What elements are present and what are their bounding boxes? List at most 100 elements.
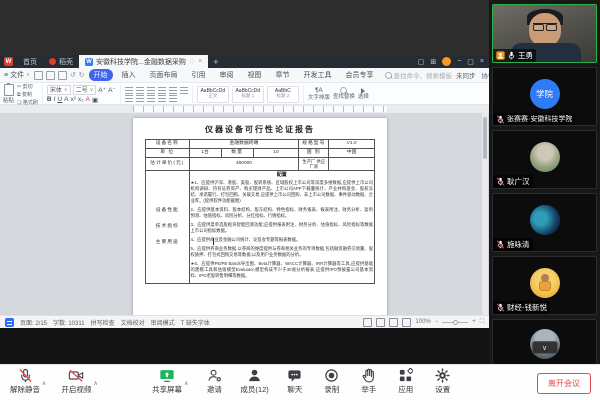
show-marks-icon[interactable] bbox=[180, 87, 188, 94]
close-button[interactable]: × bbox=[480, 58, 484, 65]
zoom-slider-knob[interactable] bbox=[453, 320, 458, 325]
save-icon[interactable] bbox=[34, 71, 43, 80]
zoom-in-icon[interactable]: + bbox=[472, 319, 476, 325]
strikethrough-icon[interactable]: A bbox=[64, 96, 68, 103]
start-video-button[interactable]: 开启视频 bbox=[61, 368, 91, 395]
redo-icon[interactable]: ↻ bbox=[79, 71, 85, 79]
share-options-chevron[interactable]: ∧ bbox=[184, 380, 188, 387]
font-size-select[interactable]: 二号∨ bbox=[73, 85, 97, 95]
undo-icon[interactable]: ↺ bbox=[70, 71, 76, 79]
command-search[interactable]: 查找命令、搜索模板 bbox=[385, 70, 453, 80]
menu-tab-start[interactable]: 开始 bbox=[89, 69, 113, 81]
web-view-icon[interactable] bbox=[402, 318, 411, 327]
review-mode[interactable]: 审阅模式 bbox=[151, 318, 175, 327]
participant-tile-shiyongqing[interactable]: 施咏清 bbox=[492, 193, 597, 252]
camera-options-chevron[interactable]: ∧ bbox=[93, 380, 97, 387]
new-tab-button[interactable]: + bbox=[208, 57, 223, 67]
underline-icon[interactable]: U bbox=[57, 96, 62, 103]
clear-format-icon[interactable] bbox=[169, 87, 177, 94]
highlight-icon[interactable]: ▣ bbox=[92, 96, 98, 104]
text-layout-button[interactable]: ¶A文字排版 bbox=[308, 87, 330, 101]
menu-tab-vip[interactable]: 会员专享 bbox=[341, 69, 379, 81]
align-left-icon[interactable] bbox=[125, 95, 133, 102]
font-name-select[interactable]: 宋体∨ bbox=[47, 85, 71, 95]
document-canvas[interactable]: 仪器设备可行性论证报告 设备名称 金融数据终端 规格型号 V1.0 单 位 1台 bbox=[0, 113, 489, 315]
print-icon[interactable] bbox=[46, 71, 55, 80]
document-page[interactable]: 仪器设备可行性论证报告 设备名称 金融数据终端 规格型号 V1.0 单 位 1台 bbox=[133, 118, 387, 315]
preview-icon[interactable] bbox=[58, 71, 67, 80]
increase-font-icon[interactable]: A⁺ bbox=[98, 86, 106, 94]
outline-view-icon[interactable] bbox=[389, 318, 398, 327]
document-proof[interactable]: 文档校对 bbox=[121, 318, 145, 327]
align-right-icon[interactable] bbox=[147, 95, 155, 102]
missing-font-warning[interactable]: T 缺失字体 bbox=[181, 318, 210, 327]
align-center-icon[interactable] bbox=[136, 95, 144, 102]
chat-button[interactable]: 聊天 bbox=[284, 368, 306, 395]
menu-tab-pagelayout[interactable]: 页面布局 bbox=[145, 69, 183, 81]
tab-close-icon[interactable]: × bbox=[198, 58, 202, 65]
record-button[interactable]: 录制 bbox=[321, 368, 343, 395]
minimize-button[interactable]: − bbox=[457, 58, 461, 65]
menu-tab-insert[interactable]: 插入 bbox=[117, 69, 141, 81]
tab-home[interactable]: 首页 bbox=[17, 55, 43, 68]
sync-status[interactable]: 未同步 bbox=[456, 70, 476, 80]
fit-page-icon[interactable]: ⛶ bbox=[480, 319, 484, 326]
menu-tab-reference[interactable]: 引用 bbox=[187, 69, 211, 81]
participant-tile-wangyong[interactable]: 王勇 bbox=[492, 4, 597, 63]
numbered-list-icon[interactable] bbox=[136, 87, 144, 94]
eye-protect-icon[interactable] bbox=[363, 318, 372, 327]
menu-tab-review[interactable]: 审阅 bbox=[215, 69, 239, 81]
scrollbar-thumb[interactable] bbox=[483, 117, 487, 159]
find-replace-button[interactable]: 查找替换 bbox=[333, 87, 355, 101]
select-button[interactable]: 选择 bbox=[358, 88, 369, 101]
font-color-icon[interactable]: A bbox=[86, 96, 90, 103]
raise-hand-button[interactable]: 举手 bbox=[358, 368, 380, 395]
menu-tab-section[interactable]: 章节 bbox=[271, 69, 295, 81]
participant-tile-qianxinyue[interactable]: 财经-钱新悦 bbox=[492, 256, 597, 315]
ruler[interactable] bbox=[0, 105, 489, 113]
outdent-icon[interactable] bbox=[147, 87, 155, 94]
invite-button[interactable]: 邀请 bbox=[203, 368, 225, 395]
menu-tab-devtools[interactable]: 开发工具 bbox=[299, 69, 337, 81]
superscript-icon[interactable]: x² bbox=[70, 96, 75, 103]
subscript-icon[interactable]: x₂ bbox=[78, 96, 84, 103]
account-avatar[interactable] bbox=[442, 57, 451, 66]
menu-tab-view[interactable]: 视图 bbox=[243, 69, 267, 81]
tab-docer[interactable]: 稻壳 bbox=[43, 55, 79, 68]
style-normal[interactable]: AaBbCcDd正文 bbox=[197, 86, 229, 103]
decrease-font-icon[interactable]: A⁻ bbox=[108, 86, 116, 94]
paste-button[interactable]: 粘贴 bbox=[3, 84, 14, 104]
line-spacing-icon[interactable] bbox=[169, 95, 177, 102]
style-heading2[interactable]: AaBbC标题 2 bbox=[267, 86, 299, 103]
settings-button[interactable]: 设置 bbox=[432, 368, 454, 395]
leave-meeting-button[interactable]: 离开会议 bbox=[537, 373, 591, 394]
members-button[interactable]: 成员(12) bbox=[240, 368, 268, 395]
document-scrollbar[interactable] bbox=[482, 113, 488, 315]
layout-switch-icon[interactable]: ▢ bbox=[418, 58, 425, 66]
style-heading1[interactable]: AaBbCcDd标题 1 bbox=[232, 86, 264, 103]
page-view-icon[interactable] bbox=[376, 318, 385, 327]
task-pane-icon[interactable] bbox=[5, 318, 14, 327]
participant-tile-gengguanghan[interactable]: 耿广汉 bbox=[492, 130, 597, 189]
tab-pin-icon[interactable]: ♢ bbox=[189, 58, 195, 66]
zoom-out-icon[interactable]: − bbox=[435, 319, 439, 325]
workspace-grid-icon[interactable]: ⊞ bbox=[430, 58, 436, 66]
zoom-level[interactable]: 100% bbox=[415, 319, 430, 325]
mic-options-chevron[interactable]: ∧ bbox=[42, 380, 46, 387]
cut-button[interactable]: ✂ 剪切 bbox=[17, 83, 38, 90]
word-count[interactable]: 字数: 10311 bbox=[53, 318, 85, 327]
bullet-list-icon[interactable] bbox=[125, 87, 133, 94]
unmute-button[interactable]: 解除静音 bbox=[10, 368, 40, 395]
justify-icon[interactable] bbox=[158, 95, 166, 102]
tab-document[interactable]: W 安徽科技学院...金融数据采购 ♢ × bbox=[79, 55, 208, 68]
restore-button[interactable]: ▢ bbox=[467, 58, 474, 66]
sidebar-collapse-button[interactable]: ∨ bbox=[532, 341, 558, 354]
italic-icon[interactable]: I bbox=[54, 96, 56, 103]
participant-tile-zhangsaisai[interactable]: 学院 张赛赛·安徽科技学院 bbox=[492, 67, 597, 126]
zoom-slider[interactable] bbox=[442, 322, 468, 323]
spell-check[interactable]: 拼写检查 bbox=[91, 318, 115, 327]
bold-icon[interactable]: B bbox=[47, 96, 52, 103]
copy-button[interactable]: ⧉ 复制 bbox=[17, 91, 38, 98]
apps-button[interactable]: 应用 bbox=[395, 368, 417, 395]
share-screen-button[interactable]: 共享屏幕 bbox=[152, 368, 182, 395]
